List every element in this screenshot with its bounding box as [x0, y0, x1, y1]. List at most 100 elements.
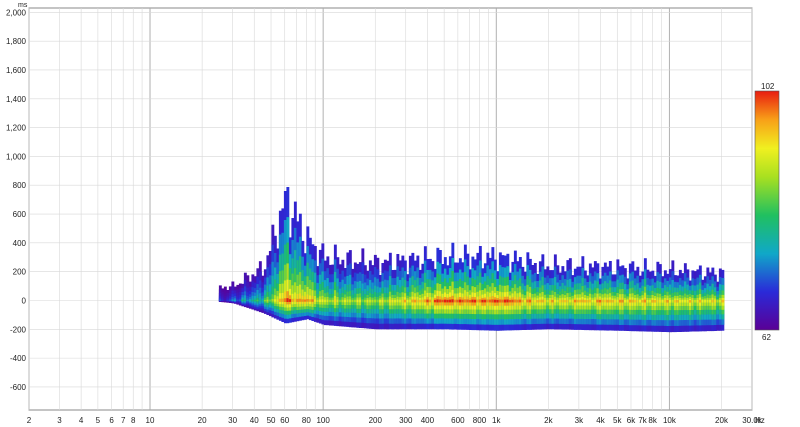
heatmap-cell: [721, 299, 725, 303]
heatmap-cell: [281, 298, 285, 302]
y-tick-label: 1,400: [6, 95, 27, 104]
heatmap-cell: [508, 299, 512, 303]
x-tick-label: 7k: [638, 416, 647, 425]
heatmap-cell: [311, 299, 315, 302]
heatmap-cell: [488, 299, 492, 303]
x-tick-label: 100: [316, 416, 330, 425]
heatmap-cell: [661, 300, 665, 303]
x-tick-label: 3k: [575, 416, 584, 425]
heatmap-cell: [353, 299, 357, 303]
heatmap-cell: [333, 299, 337, 303]
y-tick-label: 600: [13, 210, 27, 219]
heatmap-cell: [243, 299, 247, 301]
heatmap-cell: [713, 300, 717, 303]
heatmap-cell: [526, 299, 530, 303]
heatmap-cell: [461, 299, 465, 303]
heatmap-cell: [706, 299, 710, 303]
heatmap-cell: [656, 299, 660, 303]
heatmap-cell: [691, 299, 695, 303]
heatmap-cell: [278, 298, 282, 302]
y-tick-label: 400: [13, 239, 27, 248]
x-tick-label: 3: [57, 416, 62, 425]
heatmap-cell: [341, 299, 345, 303]
y-tick-label: 2,000: [6, 8, 27, 17]
heatmap-cell: [271, 298, 275, 302]
heatmap-cell: [286, 298, 290, 302]
y-tick-label: 1,200: [6, 124, 27, 133]
heatmap-cell: [598, 300, 602, 303]
heatmap-cell: [408, 299, 412, 303]
heatmap-cell: [368, 299, 372, 303]
heatmap-cell: [463, 299, 467, 303]
heatmap-cell: [451, 299, 455, 303]
heatmap-cell: [331, 299, 335, 303]
x-tick-label: 800: [473, 416, 487, 425]
heatmap-cell: [681, 299, 685, 303]
heatmap-cell: [223, 300, 227, 301]
y-tick-label: 0: [22, 296, 27, 305]
heatmap-cell: [676, 300, 680, 303]
heatmap-cell: [551, 299, 555, 303]
heatmap-cell: [516, 299, 520, 303]
heatmap-cell: [578, 299, 582, 303]
x-tick-label: 7: [121, 416, 126, 425]
heatmap-cell: [416, 299, 420, 303]
x-tick-label: 2k: [544, 416, 553, 425]
heatmap-cell: [248, 300, 252, 301]
heatmap-cell: [593, 299, 597, 303]
heatmap-cell: [671, 299, 675, 303]
heatmap-cell: [466, 299, 470, 303]
heatmap-cell: [351, 299, 355, 303]
x-tick-label: 4k: [596, 416, 605, 425]
heatmap-cell: [623, 299, 627, 303]
heatmap-cell: [393, 299, 397, 303]
heatmap-cell: [563, 299, 567, 303]
heatmap-cell: [543, 299, 547, 303]
heatmap-cell: [561, 299, 565, 303]
heatmap-cell: [636, 299, 640, 303]
heatmap-cell: [218, 300, 222, 301]
heatmap-cell: [453, 299, 457, 303]
heatmap-cell: [391, 299, 395, 303]
heatmap-cell: [306, 299, 310, 302]
heatmap-cell: [608, 299, 612, 303]
heatmap-cell: [573, 299, 577, 303]
heatmap-cell: [651, 299, 655, 303]
heatmap-cell: [316, 299, 320, 302]
heatmap-cell: [258, 299, 262, 302]
heatmap-cell: [288, 299, 292, 302]
heatmap-cell: [711, 299, 715, 303]
heatmap-cell: [641, 299, 645, 303]
heatmap-cell: [411, 299, 415, 303]
heatmap-cell: [286, 291, 290, 305]
colorbar-min-label: 62: [762, 333, 771, 342]
heatmap-cell: [496, 299, 500, 303]
y-tick-label: 1,000: [6, 152, 27, 161]
heatmap-cell: [423, 299, 427, 303]
heatmap-cell: [226, 300, 230, 301]
heatmap-cell: [328, 299, 332, 303]
y-tick-label: 200: [13, 268, 27, 277]
heatmap-cell: [308, 299, 312, 302]
heatmap-cell: [236, 300, 240, 301]
x-tick-label: 200: [369, 416, 383, 425]
heatmap-cell: [523, 299, 527, 303]
heatmap-cell: [588, 299, 592, 303]
heatmap-cell: [616, 299, 620, 303]
heatmap-cell: [363, 299, 367, 303]
heatmap-cell: [471, 299, 475, 303]
heatmap-cell: [683, 299, 687, 303]
heatmap-cell: [228, 300, 232, 301]
heatmap-cell: [388, 299, 392, 303]
heatmap-cell: [261, 300, 265, 302]
y-axis-ticks: 2,000 1,800 1,600 1,400 1,200 1,000 800 600 400 2…: [6, 8, 27, 392]
x-tick-label: 80: [302, 416, 311, 425]
heatmap-cell: [686, 299, 690, 303]
x-tick-label: 300: [399, 416, 413, 425]
y-tick-label: 1,800: [6, 37, 27, 46]
heatmap-cell: [326, 299, 330, 303]
heatmap-cell: [688, 300, 692, 303]
heatmap-cell: [576, 299, 580, 303]
heatmap-cell: [586, 300, 590, 303]
heatmap-cell: [581, 299, 585, 303]
